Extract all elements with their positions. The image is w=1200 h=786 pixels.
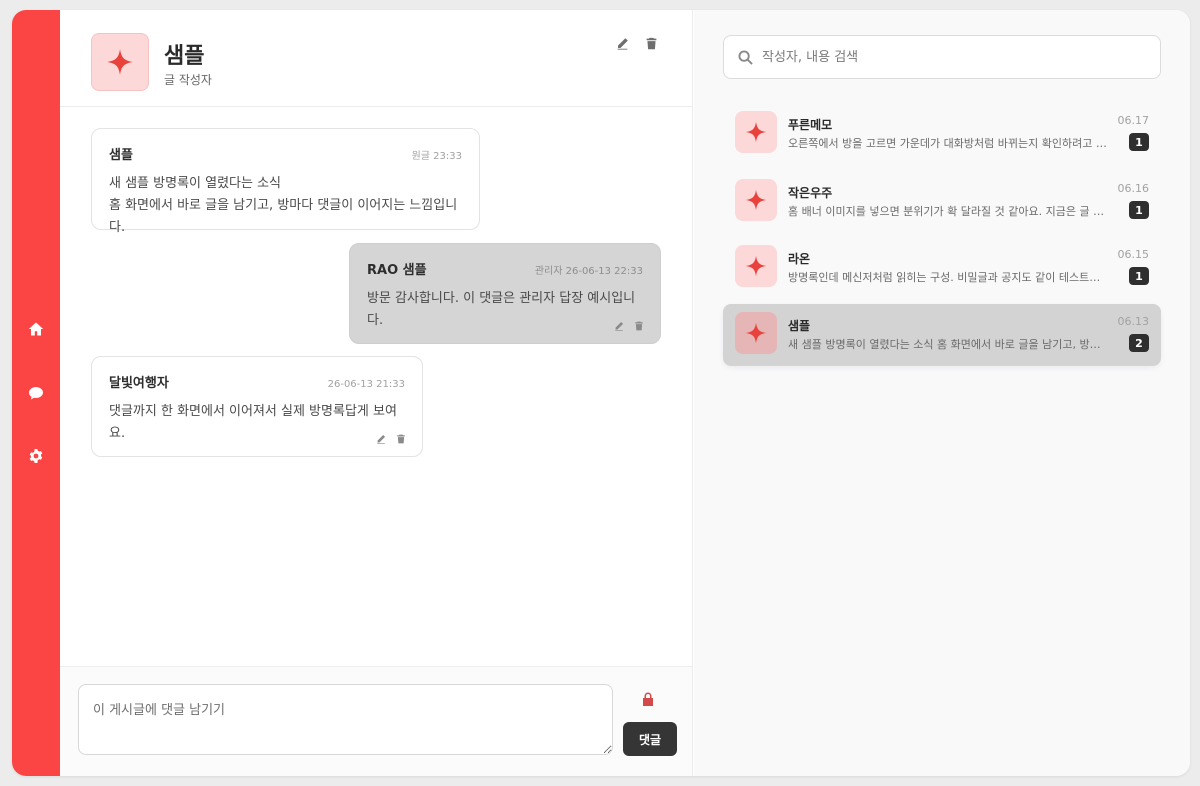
- avatar: [735, 245, 777, 287]
- message-line: 새 샘플 방명록이 열렸다는 소식: [109, 176, 282, 191]
- message-body: 새 샘플 방명록이 열렸다는 소식 홈 화면에서 바로 글을 남기고, 방마다 …: [109, 173, 462, 239]
- message-actions: [614, 321, 644, 331]
- thread-header: 샘플 글 작성자: [60, 10, 692, 107]
- trash-icon[interactable]: [634, 321, 644, 331]
- sparkle-icon: [745, 255, 767, 277]
- list-item[interactable]: 푸른메모 오른쪽에서 방을 고르면 가운데가 대화방처럼 바뀌는지 확인하려고 …: [723, 103, 1161, 165]
- message-time: 원글 23:33: [411, 151, 462, 162]
- search-icon: [738, 50, 753, 65]
- avatar: [91, 33, 149, 91]
- list-item[interactable]: 라온 방명록인데 메신저처럼 읽히는 구성. 비밀글과 공지도 같이 테스트해볼…: [723, 237, 1161, 299]
- edit-icon[interactable]: [616, 37, 629, 50]
- edit-icon[interactable]: [376, 434, 386, 444]
- trash-icon[interactable]: [396, 434, 406, 444]
- message-item: RAO 샘플 관리자 26-06-13 22:33 방문 감사합니다. 이 댓글…: [349, 243, 661, 344]
- search-box: [723, 35, 1161, 79]
- avatar: [735, 312, 777, 354]
- sparkle-icon: [107, 49, 133, 75]
- list-item-date: 06.17: [1117, 114, 1150, 127]
- thread-panel: 샘플 글 작성자 샘플 원글 23:33 새 샘플 방명록이 열렸다는 소식 홈…: [60, 10, 693, 776]
- message-time: 26-06-13 21:33: [327, 379, 405, 390]
- message-item: 달빛여행자 26-06-13 21:33 댓글까지 한 화면에서 이어져서 실제…: [91, 356, 423, 457]
- sparkle-icon: [745, 189, 767, 211]
- comment-composer: 댓글: [60, 666, 692, 776]
- sparkle-icon: [745, 121, 767, 143]
- message-time: 관리자 26-06-13 22:33: [534, 266, 643, 277]
- message-line: 방문 감사합니다. 이 댓글은 관리자 답장 예시입니다.: [367, 291, 636, 328]
- message-actions: [376, 434, 406, 444]
- message-list: 샘플 원글 23:33 새 샘플 방명록이 열렸다는 소식 홈 화면에서 바로 …: [60, 108, 692, 666]
- avatar: [735, 179, 777, 221]
- list-item-preview: 새 샘플 방명록이 열렸다는 소식 홈 화면에서 바로 글을 남기고, 방마다 …: [788, 338, 1110, 351]
- list-item-name: 라온: [788, 252, 811, 266]
- list-item-date: 06.13: [1117, 315, 1150, 328]
- lock-icon[interactable]: [640, 691, 656, 707]
- page-title: 샘플: [164, 44, 205, 69]
- avatar: [735, 111, 777, 153]
- message-body: 방문 감사합니다. 이 댓글은 관리자 답장 예시입니다.: [367, 288, 643, 332]
- list-item-preview: 방명록인데 메신저처럼 읽히는 구성. 비밀글과 공지도 같이 테스트해볼게요.: [788, 271, 1110, 284]
- search-input[interactable]: [762, 36, 1152, 78]
- trash-icon[interactable]: [645, 37, 658, 50]
- thread-list-panel: 푸른메모 오른쪽에서 방을 고르면 가운데가 대화방처럼 바뀌는지 확인하려고 …: [694, 10, 1190, 776]
- message-line: 홈 화면에서 바로 글을 남기고, 방마다 댓글이 이어지는 느낌입니다.: [109, 198, 458, 235]
- comment-count-badge: 1: [1129, 267, 1149, 285]
- list-item-date: 06.16: [1117, 182, 1150, 195]
- message-body: 댓글까지 한 화면에서 이어져서 실제 방명록답게 보여요.: [109, 401, 405, 445]
- list-item-name: 작은우주: [788, 186, 833, 200]
- comment-count-badge: 1: [1129, 133, 1149, 151]
- list-item-active[interactable]: 샘플 새 샘플 방명록이 열렸다는 소식 홈 화면에서 바로 글을 남기고, 방…: [723, 304, 1161, 366]
- chat-icon[interactable]: [24, 381, 48, 405]
- message-author: RAO 샘플: [367, 263, 427, 278]
- comment-count-badge: 1: [1129, 201, 1149, 219]
- sparkle-icon: [745, 322, 767, 344]
- list-item-date: 06.15: [1117, 248, 1150, 261]
- home-icon[interactable]: [24, 317, 48, 341]
- edit-icon[interactable]: [614, 321, 624, 331]
- sidebar: [12, 10, 60, 776]
- page-subtitle: 글 작성자: [164, 73, 212, 87]
- comment-count-badge: 2: [1129, 334, 1149, 352]
- list-item-preview: 오른쪽에서 방을 고르면 가운데가 대화방처럼 바뀌는지 확인하려고 남겨요.: [788, 137, 1110, 150]
- comment-input[interactable]: [78, 684, 613, 755]
- message-author: 샘플: [109, 148, 133, 163]
- list-item-name: 샘플: [788, 319, 811, 333]
- list-item-name: 푸른메모: [788, 118, 833, 132]
- list-item-preview: 홈 배너 이미지를 넣으면 분위기가 확 달라질 것 같아요. 지금은 글 흐름…: [788, 205, 1110, 218]
- message-author: 달빛여행자: [109, 376, 169, 391]
- header-actions: [616, 37, 658, 50]
- list-item[interactable]: 작은우주 홈 배너 이미지를 넣으면 분위기가 확 달라질 것 같아요. 지금은…: [723, 171, 1161, 233]
- app-window: 샘플 글 작성자 샘플 원글 23:33 새 샘플 방명록이 열렸다는 소식 홈…: [12, 10, 1190, 776]
- submit-comment-button[interactable]: 댓글: [623, 722, 677, 756]
- message-item: 샘플 원글 23:33 새 샘플 방명록이 열렸다는 소식 홈 화면에서 바로 …: [91, 128, 480, 235]
- message-line: 댓글까지 한 화면에서 이어져서 실제 방명록답게 보여요.: [109, 404, 397, 441]
- gear-icon[interactable]: [24, 444, 48, 468]
